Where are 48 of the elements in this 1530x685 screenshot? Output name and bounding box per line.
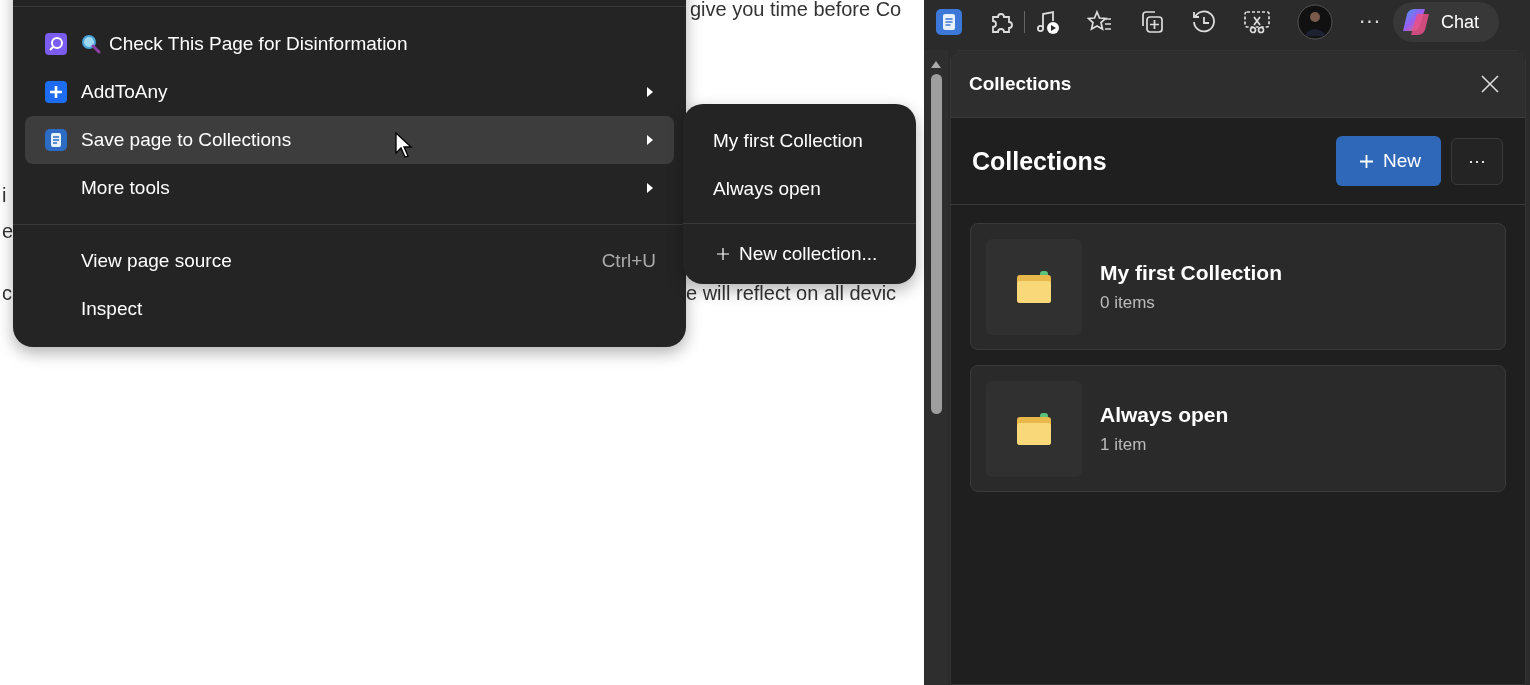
menu-item[interactable]: Inspect bbox=[25, 285, 674, 333]
menu-item[interactable]: Save page to Collections bbox=[25, 116, 674, 164]
folder-icon bbox=[1014, 410, 1054, 447]
magnifier-icon bbox=[81, 34, 101, 54]
close-icon[interactable] bbox=[1481, 75, 1499, 93]
screenshot-icon[interactable] bbox=[1243, 9, 1271, 35]
item-count: 0 items bbox=[1100, 292, 1156, 313]
add-collection-icon[interactable] bbox=[1139, 9, 1165, 35]
caret-icon bbox=[646, 182, 654, 194]
plus-icon bbox=[717, 248, 729, 260]
page-text: e bbox=[2, 220, 14, 243]
caret-icon bbox=[646, 134, 654, 146]
page-text: give you time before Co bbox=[690, 0, 902, 21]
chat-button[interactable]: Chat bbox=[1393, 2, 1500, 42]
history-icon[interactable] bbox=[1191, 9, 1217, 35]
scroll-up-icon[interactable] bbox=[931, 60, 941, 68]
item-count: 1 item bbox=[1100, 434, 1148, 455]
collection-name: My first Collection bbox=[1100, 260, 1283, 285]
collections-heading: Collections bbox=[972, 146, 1108, 176]
page-text: c bbox=[2, 282, 12, 305]
menu-item[interactable]: New collection... bbox=[683, 234, 916, 274]
panel-title: Collections bbox=[969, 73, 1072, 95]
scrollbar-thumb[interactable] bbox=[930, 74, 942, 414]
page-text: e will reflect on all devic bbox=[686, 282, 897, 305]
avatar-icon[interactable] bbox=[1297, 4, 1333, 40]
mouse-cursor-icon bbox=[395, 132, 413, 158]
music-icon[interactable] bbox=[1035, 9, 1061, 35]
shortcut-text: Ctrl+U bbox=[601, 250, 656, 272]
caret-icon bbox=[646, 86, 654, 98]
menu-item[interactable]: Check This Page for Disinformation bbox=[25, 20, 674, 68]
plus-icon bbox=[1360, 154, 1373, 168]
collections-icon bbox=[45, 129, 67, 151]
extension-icon bbox=[45, 33, 67, 55]
collection-card[interactable]: My first Collection 0 items bbox=[970, 223, 1506, 350]
collections-icon[interactable] bbox=[936, 9, 962, 35]
menu-item[interactable]: View page source Ctrl+U bbox=[25, 237, 674, 285]
collection-card[interactable]: Always open 1 item bbox=[970, 365, 1506, 492]
menu-item[interactable]: More tools bbox=[25, 164, 674, 212]
menu-item[interactable]: Always open bbox=[683, 165, 916, 213]
menu-item[interactable]: AddToAny bbox=[25, 68, 674, 116]
plus-icon bbox=[45, 81, 67, 103]
more-button[interactable]: ··· bbox=[1451, 137, 1503, 185]
collection-name: Always open bbox=[1100, 402, 1229, 427]
folder-icon bbox=[1014, 268, 1054, 305]
more-button[interactable]: ··· bbox=[1359, 10, 1382, 34]
page-text: i bbox=[2, 184, 7, 207]
new-button[interactable]: New bbox=[1336, 136, 1441, 186]
menu-item[interactable]: My first Collection bbox=[683, 117, 916, 165]
